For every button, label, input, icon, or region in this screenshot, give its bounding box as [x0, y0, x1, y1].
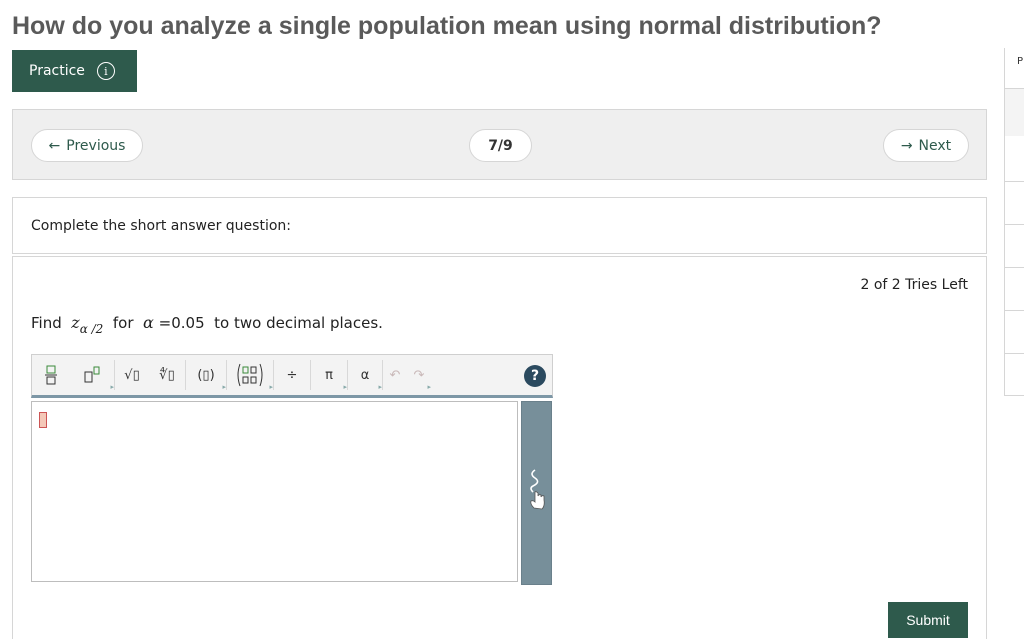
side-panel: P	[1004, 48, 1024, 396]
superscript-icon[interactable]: ▸	[70, 357, 114, 393]
sqrt-icon[interactable]: √▯	[115, 357, 149, 393]
instructions-text: Complete the short answer question:	[31, 218, 291, 234]
previous-label: Previous	[66, 137, 126, 154]
page-title: How do you analyze a single population m…	[12, 12, 882, 40]
info-icon[interactable]: i	[96, 62, 115, 80]
alpha-icon[interactable]: α ▸	[348, 357, 382, 393]
for-text: for	[112, 314, 134, 332]
nth-root-icon[interactable]: ∜▯	[149, 357, 185, 393]
equals-sign: =	[158, 314, 172, 332]
redo-icon[interactable]: ↷ ▸	[407, 357, 431, 393]
fraction-icon[interactable]	[32, 357, 70, 393]
question-counter: 7/9	[469, 129, 532, 162]
arrow-left-icon: ←	[48, 137, 61, 154]
parentheses-icon[interactable]: (▯) ▸	[186, 357, 226, 393]
submit-button[interactable]: Submit	[888, 602, 968, 638]
instructions-panel: Complete the short answer question:	[12, 197, 987, 254]
answer-input[interactable]	[31, 401, 518, 582]
matrix-icon[interactable]: ▸	[227, 357, 273, 393]
alpha-value: 0.05	[171, 314, 205, 332]
question-prompt: Find zα /2 for α =0.05 to two decimal pl…	[31, 313, 383, 336]
z-variable: z	[71, 313, 80, 332]
find-text: Find	[31, 314, 62, 332]
undo-icon[interactable]: ↶	[383, 357, 407, 393]
question-panel: 2 of 2 Tries Left Find zα /2 for α =0.05…	[12, 256, 987, 639]
z-subscript: α /2	[79, 322, 104, 336]
pi-icon[interactable]: π ▸	[311, 357, 347, 393]
handwriting-toggle[interactable]	[521, 401, 552, 585]
practice-label: Practice	[29, 63, 85, 79]
divide-icon[interactable]: ÷	[274, 357, 310, 393]
alpha-variable: α	[143, 313, 154, 332]
practice-button[interactable]: Practice i	[12, 50, 137, 92]
help-icon[interactable]: ?	[524, 365, 546, 387]
next-label: Next	[918, 137, 952, 154]
tries-left: 2 of 2 Tries Left	[860, 277, 969, 293]
handwriting-hand-icon	[530, 469, 545, 510]
side-panel-label: P	[1017, 56, 1024, 67]
input-cursor	[39, 412, 47, 428]
next-button[interactable]: → Next	[883, 129, 969, 162]
previous-button[interactable]: ← Previous	[31, 129, 143, 162]
arrow-right-icon: →	[900, 137, 913, 154]
suffix-text: to two decimal places.	[214, 314, 383, 332]
question-navigation: ← Previous 7/9 → Next	[12, 109, 987, 180]
math-toolbar: ▸ √▯ ∜▯ (▯) ▸ ▸ ÷ π ▸ α ▸ ↶ ↷ ▸ ?	[31, 354, 553, 398]
